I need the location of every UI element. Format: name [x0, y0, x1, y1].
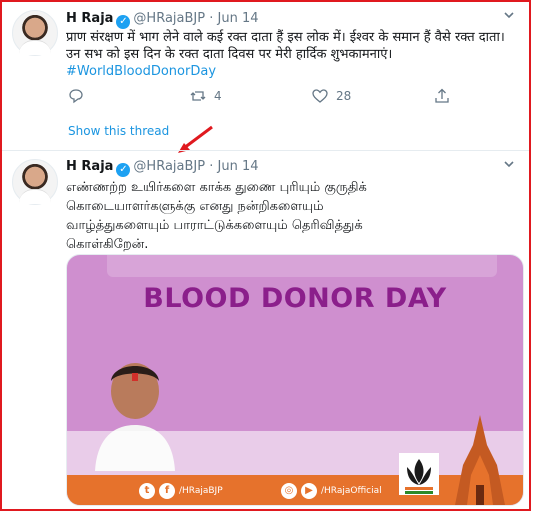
tweet-date[interactable]: Jun 14	[218, 11, 259, 26]
tweet-header: H Raja ✓ @HRajaBJP · Jun 14	[66, 11, 259, 29]
timeline: H Raja ✓ @HRajaBJP · Jun 14 प्राण संरक्षण …	[2, 2, 529, 509]
retweet-icon	[190, 91, 206, 101]
author-name[interactable]: H Raja	[66, 11, 113, 26]
tweet-text: எண்ணற்ற உயிர்களை காக்க துணை புரியும் குர…	[66, 178, 426, 254]
twitter-icon: t	[139, 483, 155, 499]
poster-top-banner	[107, 255, 497, 277]
facebook-icon: f	[159, 483, 175, 499]
show-thread-link[interactable]: Show this thread	[68, 124, 169, 138]
retweet-count: 4	[214, 89, 222, 103]
youtube-icon: ▶	[301, 483, 317, 499]
poster-handle-right: /HRajaOfficial	[321, 486, 382, 496]
tweet-text: प्राण संरक्षण में भाग लेने वाले कई रक्त …	[66, 29, 516, 80]
verified-icon: ✓	[116, 15, 131, 29]
tweet-media-image[interactable]: BLOOD DONOR DAY t f /HRajaBJP ◎ ▶ /HRaja…	[66, 254, 524, 506]
hashtag-link[interactable]: #WorldBloodDonorDay	[66, 64, 216, 79]
poster-title: BLOOD DONOR DAY	[143, 283, 447, 314]
tweet-date[interactable]: Jun 14	[218, 159, 259, 174]
poster-social-left: t f /HRajaBJP	[139, 483, 223, 499]
share-icon	[435, 88, 449, 103]
like-count: 28	[336, 89, 352, 103]
reply-button[interactable]	[68, 88, 84, 104]
tweet-divider	[2, 150, 529, 151]
chevron-down-icon[interactable]	[502, 157, 516, 174]
tweet-header: H Raja ✓ @HRajaBJP · Jun 14	[66, 159, 259, 177]
author-handle[interactable]: @HRajaBJP	[133, 159, 205, 174]
reply-icon	[69, 89, 83, 104]
tweet-actions: 4 28	[68, 88, 450, 108]
retweet-button[interactable]: 4	[190, 88, 222, 104]
verified-icon: ✓	[116, 163, 131, 177]
tweet-body: எண்ணற்ற உயிர்களை காக்க துணை புரியும் குர…	[66, 180, 367, 252]
author-name[interactable]: H Raja	[66, 159, 113, 174]
like-icon	[312, 89, 328, 103]
instagram-icon: ◎	[281, 483, 297, 499]
temple-illustration	[455, 415, 505, 505]
tweet-body: प्राण संरक्षण में भाग लेने वाले कई रक्त …	[66, 30, 505, 62]
chevron-down-icon[interactable]	[502, 8, 516, 25]
avatar[interactable]	[12, 159, 58, 205]
red-arrow-annotation	[178, 125, 213, 153]
share-button[interactable]	[434, 88, 450, 104]
author-handle[interactable]: @HRajaBJP	[133, 11, 205, 26]
poster-handle-left: /HRajaBJP	[179, 486, 223, 496]
separator: ·	[209, 159, 214, 174]
avatar[interactable]	[12, 10, 58, 56]
lotus-logo-icon	[399, 453, 439, 495]
poster-social-right: ◎ ▶ /HRajaOfficial	[281, 483, 382, 499]
separator: ·	[209, 11, 214, 26]
like-button[interactable]: 28	[312, 88, 351, 104]
